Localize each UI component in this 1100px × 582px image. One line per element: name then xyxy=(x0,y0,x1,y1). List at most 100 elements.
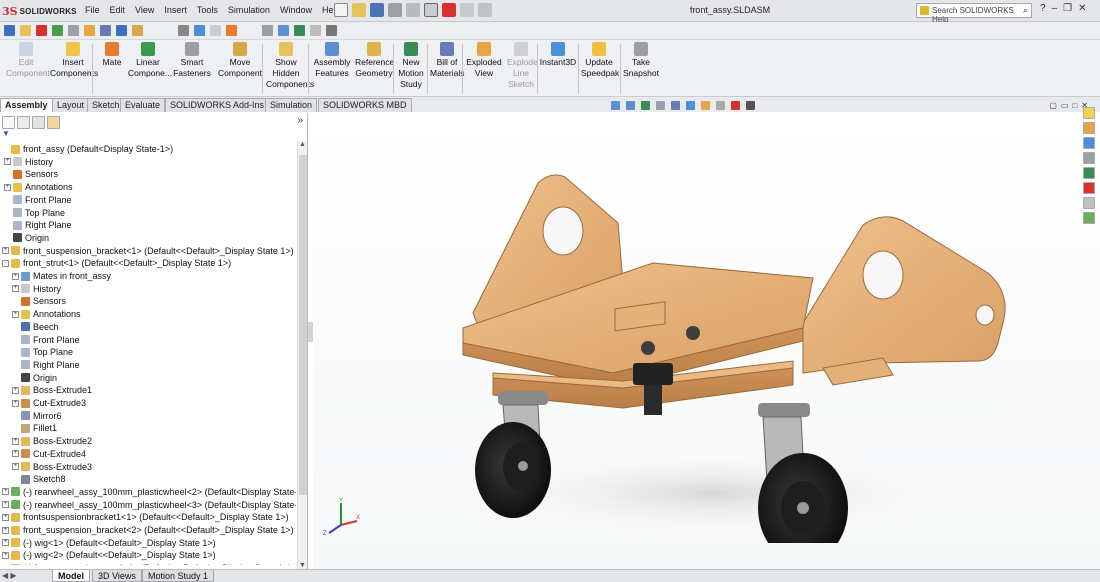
bottom-tab-motion-study-1[interactable]: Motion Study 1 xyxy=(142,570,215,582)
file-properties-icon[interactable] xyxy=(460,3,474,17)
task-pane-tab-icon[interactable] xyxy=(1083,152,1095,164)
damper-block[interactable] xyxy=(633,363,673,385)
view-tool-icon[interactable] xyxy=(671,101,680,110)
expand-icon[interactable]: + xyxy=(4,183,11,191)
view-tool-icon[interactable] xyxy=(716,101,725,110)
tree-node[interactable]: + Annotations xyxy=(4,181,73,193)
help-search-input[interactable]: Search SOLIDWORKS Help ⌕ xyxy=(916,3,1032,24)
tree-node[interactable]: + History xyxy=(4,156,53,168)
tree-node[interactable]: + (-) rearwheel_assy_100mm_plasticwheel<2… xyxy=(2,486,296,498)
expand-icon[interactable]: + xyxy=(12,450,19,458)
restore-button[interactable]: ❐ xyxy=(1063,3,1072,14)
expand-icon[interactable]: + xyxy=(2,501,9,509)
tab-solidworks-mbd[interactable]: SOLIDWORKS MBD xyxy=(318,98,412,112)
assembly-features-button[interactable]: Assembly Features xyxy=(312,42,352,79)
toolbar-tool-icon[interactable] xyxy=(310,25,321,36)
tree-node[interactable]: Sketch8 xyxy=(12,473,66,485)
expand-icon[interactable]: + xyxy=(2,513,9,521)
tree-node[interactable]: +(-) frontsuspension part 1<1> (Default<… xyxy=(2,562,291,565)
task-pane-tab-icon[interactable] xyxy=(1083,182,1095,194)
tree-node[interactable]: + (-) wig<1> (Default<<Default>_Display S… xyxy=(2,537,216,549)
scroll-thumb[interactable] xyxy=(299,155,307,495)
instant3d-button[interactable]: Instant3D xyxy=(538,42,578,68)
view-tool-icon[interactable] xyxy=(611,101,620,110)
task-pane-tab-icon[interactable] xyxy=(1083,137,1095,149)
print-icon[interactable] xyxy=(388,3,402,17)
tree-node[interactable]: Origin xyxy=(4,232,49,244)
edit-component-button[interactable]: Edit Component xyxy=(6,42,50,79)
tab-solidworks-add-ins[interactable]: SOLIDWORKS Add-Ins xyxy=(165,98,270,112)
front-suspension-bracket-right[interactable] xyxy=(802,216,1006,374)
toolbar-tool-icon[interactable] xyxy=(326,25,337,36)
show-hidden-button[interactable]: Show Hidden Components xyxy=(266,42,314,90)
tree-node[interactable]: + Cut-Extrude3 xyxy=(12,397,86,409)
viewport-maximize-icon[interactable]: □ xyxy=(1072,101,1077,110)
graphics-area[interactable]: ▢ ▭ □ ✕ Y X Z xyxy=(313,101,1100,569)
tree-node[interactable]: + Annotations xyxy=(12,308,81,320)
center-bolt[interactable] xyxy=(644,385,662,415)
menu-file[interactable]: File xyxy=(80,4,105,16)
expand-icon[interactable]: + xyxy=(2,247,9,255)
bottom-tab-model[interactable]: Model xyxy=(52,570,90,582)
expand-icon[interactable]: + xyxy=(12,386,19,394)
bottom-tab-3d-views[interactable]: 3D Views xyxy=(92,570,142,582)
task-pane-tab-icon[interactable] xyxy=(1083,212,1095,224)
tree-node[interactable]: - front_strut<1> (Default<<Default>_Displ… xyxy=(2,257,231,269)
toolbar-tool-icon[interactable] xyxy=(210,25,221,36)
open-icon[interactable] xyxy=(352,3,366,17)
tree-node[interactable]: Fillet1 xyxy=(12,422,57,434)
property-manager-tab-icon[interactable] xyxy=(17,116,30,129)
tab-simulation[interactable]: Simulation xyxy=(265,98,318,112)
expand-icon[interactable]: + xyxy=(2,526,9,534)
solidworks-logo[interactable]: 3S SOLIDWORKS xyxy=(2,3,77,19)
task-pane-tab-icon[interactable] xyxy=(1083,107,1095,119)
rear-wheel-assy-right[interactable] xyxy=(758,403,848,543)
tree-node[interactable]: Sensors xyxy=(4,168,58,180)
view-tool-icon[interactable] xyxy=(731,101,740,110)
view-tool-icon[interactable] xyxy=(626,101,635,110)
tree-node[interactable]: Top Plane xyxy=(4,207,65,219)
toolbar-tool-icon[interactable] xyxy=(68,25,79,36)
tree-node[interactable]: front_assy (Default<Display State-1>) xyxy=(2,143,173,155)
view-tool-icon[interactable] xyxy=(701,101,710,110)
tab-assembly[interactable]: Assembly xyxy=(0,98,53,112)
tree-node[interactable]: Front Plane xyxy=(12,334,80,346)
view-tool-icon[interactable] xyxy=(686,101,695,110)
insert-components-button[interactable]: Insert Components xyxy=(50,42,98,79)
smart-fasteners-button[interactable]: Smart Fasteners xyxy=(170,42,214,79)
expand-icon[interactable]: + xyxy=(2,539,9,547)
options-icon[interactable] xyxy=(478,3,492,17)
tree-node[interactable]: + front_suspension_bracket<1> (Default<<D… xyxy=(2,245,294,257)
undo-icon[interactable] xyxy=(406,3,420,17)
tree-node[interactable]: + Mates in front_assy xyxy=(12,270,111,282)
expand-icon[interactable]: + xyxy=(2,488,9,496)
expand-icon[interactable]: + xyxy=(4,158,11,166)
expand-icon[interactable]: + xyxy=(12,437,19,445)
task-pane-tab-icon[interactable] xyxy=(1083,122,1095,134)
tree-node[interactable]: Beech xyxy=(12,321,59,333)
close-button[interactable]: ✕ xyxy=(1078,3,1086,14)
new-document-icon[interactable] xyxy=(334,3,348,17)
expand-icon[interactable]: + xyxy=(2,551,9,559)
search-icon[interactable]: ⌕ xyxy=(1023,5,1028,16)
menu-window[interactable]: Window xyxy=(275,4,317,16)
view-tool-icon[interactable] xyxy=(656,101,665,110)
minimize-button[interactable]: – xyxy=(1052,3,1058,14)
tab-navigation-arrows[interactable]: ◀ ▶ xyxy=(2,571,17,580)
menu-edit[interactable]: Edit xyxy=(105,4,131,16)
tree-node[interactable]: + Cut-Extrude4 xyxy=(12,448,86,460)
tab-sketch[interactable]: Sketch xyxy=(87,98,125,112)
tree-node[interactable]: Right Plane xyxy=(4,219,72,231)
viewport-minimize-icon[interactable]: ▭ xyxy=(1061,101,1069,110)
tree-node[interactable]: Sensors xyxy=(12,295,66,307)
view-tool-icon[interactable] xyxy=(641,101,650,110)
tab-layout[interactable]: Layout xyxy=(52,98,90,112)
toolbar-tool-icon[interactable] xyxy=(52,25,63,36)
select-icon[interactable] xyxy=(424,3,438,17)
bolt-head-2[interactable] xyxy=(686,326,700,340)
toolbar-tool-icon[interactable] xyxy=(116,25,127,36)
rebuild-icon[interactable] xyxy=(442,3,456,17)
tree-node[interactable]: + Boss-Extrude3 xyxy=(12,461,92,473)
display-manager-tab-icon[interactable] xyxy=(47,116,60,129)
toolbar-tool-icon[interactable] xyxy=(278,25,289,36)
